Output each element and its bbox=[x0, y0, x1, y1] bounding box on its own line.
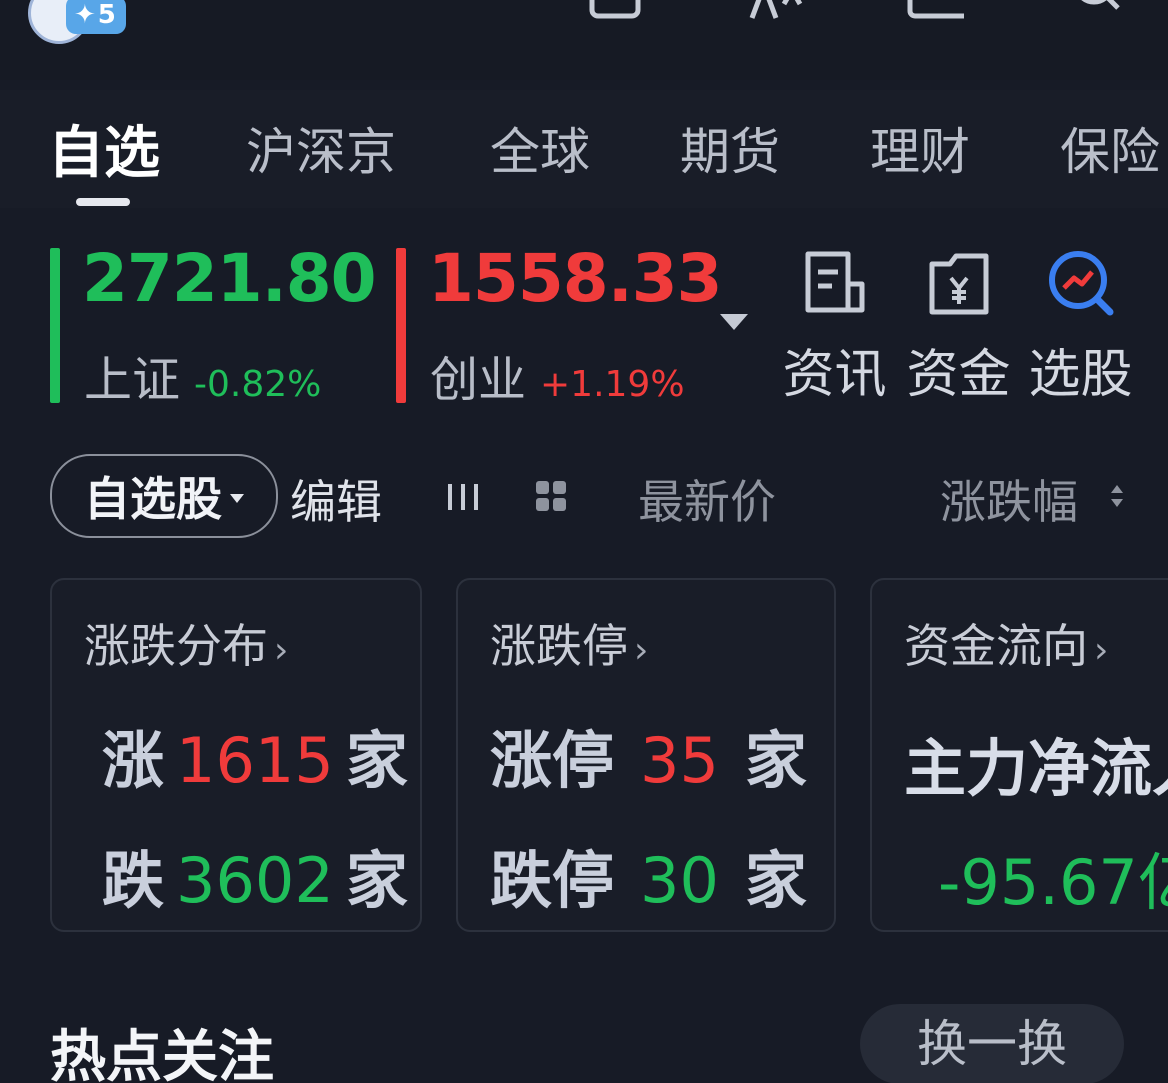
card-title-text: 资金流向 bbox=[904, 619, 1088, 673]
hot-topics-title: 热点关注 bbox=[50, 1025, 274, 1083]
sparkle-icon: ✦ bbox=[74, 0, 96, 30]
column-latest-price[interactable]: 最新价 bbox=[638, 466, 776, 532]
card-title: 涨跌分布 › bbox=[84, 610, 288, 676]
tab-wealth[interactable]: 理财 bbox=[870, 112, 970, 184]
level-badge: ✦ 5 bbox=[66, 0, 126, 34]
chevron-right-icon: › bbox=[274, 630, 289, 671]
refresh-button[interactable]: 换一换 bbox=[860, 1004, 1124, 1083]
quick-action-stock-picker[interactable]: 选股 bbox=[1018, 248, 1143, 407]
tab-watchlist[interactable]: 自选 bbox=[48, 108, 160, 189]
index-name: 创业 bbox=[430, 352, 527, 408]
index-value: 1558.33 bbox=[428, 240, 723, 317]
unit-label: 家 bbox=[345, 844, 408, 917]
card-fund-flow[interactable]: 资金流向› 主力净流入 -95.67亿 bbox=[870, 578, 1168, 932]
main-net-inflow-value: -95.67亿 bbox=[938, 846, 1168, 919]
quick-action-news[interactable]: 资讯 bbox=[772, 248, 897, 407]
main-net-inflow-label: 主力净流入 bbox=[904, 732, 1168, 805]
limit-up-label: 涨停 bbox=[490, 724, 615, 797]
index-change: -0.82% bbox=[194, 364, 322, 405]
card-title: 涨跌停 › bbox=[490, 610, 648, 676]
card-title: 资金流向 › bbox=[904, 610, 1108, 676]
unit-label: 家 bbox=[744, 724, 807, 797]
quick-action-label: 选股 bbox=[1028, 345, 1133, 405]
limit-down-row: 跌停 30 家 bbox=[490, 830, 807, 920]
top-bar: ✦ 5 bbox=[0, 0, 1168, 80]
column-change-percent[interactable]: 涨跌幅 bbox=[940, 466, 1078, 532]
chevron-right-icon: › bbox=[1094, 630, 1109, 671]
message-icon[interactable] bbox=[906, 0, 964, 20]
index-change: +1.19% bbox=[540, 364, 685, 405]
grid-view-icon[interactable] bbox=[535, 480, 567, 512]
card-title-text: 涨跌停 bbox=[490, 619, 628, 673]
edit-button[interactable]: 编辑 bbox=[290, 466, 382, 532]
limit-up-row: 涨停 35 家 bbox=[490, 710, 807, 800]
limit-down-count: 30 bbox=[640, 844, 719, 917]
rise-count-row: 涨 1615 家 bbox=[102, 710, 408, 800]
stock-picker-icon bbox=[1048, 251, 1113, 316]
chevron-right-icon: › bbox=[634, 630, 649, 671]
index-chinext[interactable]: 1558.33 创业 +1.19% bbox=[396, 240, 723, 408]
unit-label: 家 bbox=[345, 724, 408, 797]
card-limit-up-down[interactable]: 涨跌停 › 涨停 35 家 跌停 30 家 bbox=[456, 578, 836, 932]
fall-count: 3602 bbox=[176, 844, 334, 917]
watchlist-group-selector[interactable]: 自选股 bbox=[50, 454, 278, 538]
card-rise-fall-distribution[interactable]: 涨跌分布 › 涨 1615 家 跌 3602 家 bbox=[50, 578, 422, 932]
tab-insurance[interactable]: 保险 bbox=[1060, 112, 1160, 184]
unit-label: 家 bbox=[744, 844, 807, 917]
index-shanghai[interactable]: 2721.80 上证 -0.82% bbox=[50, 240, 380, 408]
tab-a-shares[interactable]: 沪深京 bbox=[246, 112, 396, 184]
index-name-row: 创业 +1.19% bbox=[430, 340, 685, 410]
index-name: 上证 bbox=[84, 352, 181, 408]
fall-count-row: 跌 3602 家 bbox=[102, 830, 408, 920]
active-tab-indicator bbox=[76, 198, 130, 206]
limit-down-label: 跌停 bbox=[490, 844, 615, 917]
index-name-row: 上证 -0.82% bbox=[84, 340, 321, 410]
index-value: 2721.80 bbox=[82, 240, 377, 317]
font-size-icon[interactable] bbox=[746, 0, 804, 20]
rise-label: 涨 bbox=[102, 724, 165, 797]
list-view-icon[interactable] bbox=[446, 482, 480, 512]
caret-down-icon bbox=[230, 493, 244, 503]
index-trend-bar bbox=[50, 248, 60, 403]
watchlist-group-label: 自选股 bbox=[84, 472, 222, 526]
level-badge-count: 5 bbox=[97, 0, 116, 30]
sort-icon[interactable] bbox=[1108, 480, 1126, 512]
index-dropdown-icon[interactable] bbox=[720, 314, 748, 330]
rise-count: 1615 bbox=[176, 724, 334, 797]
fall-label: 跌 bbox=[102, 844, 165, 917]
news-icon bbox=[805, 251, 864, 313]
quick-action-label: 资讯 bbox=[782, 345, 887, 405]
tab-global[interactable]: 全球 bbox=[490, 112, 590, 184]
card-title-text: 涨跌分布 bbox=[84, 619, 268, 673]
scan-icon[interactable] bbox=[586, 0, 644, 20]
funds-icon bbox=[929, 253, 988, 315]
quick-action-label: 资金 bbox=[906, 345, 1011, 405]
limit-up-count: 35 bbox=[640, 724, 719, 797]
market-home-screen: ✦ 5 自选 沪深京 全球 期货 理财 保险 2721.80 上证 -0.82% bbox=[0, 0, 1168, 1083]
quick-action-funds[interactable]: 资金 bbox=[896, 248, 1021, 407]
search-icon[interactable] bbox=[1068, 0, 1126, 20]
index-trend-bar bbox=[396, 248, 406, 403]
market-tabs: 自选 沪深京 全球 期货 理财 保险 bbox=[0, 90, 1168, 208]
tab-futures[interactable]: 期货 bbox=[680, 112, 780, 184]
